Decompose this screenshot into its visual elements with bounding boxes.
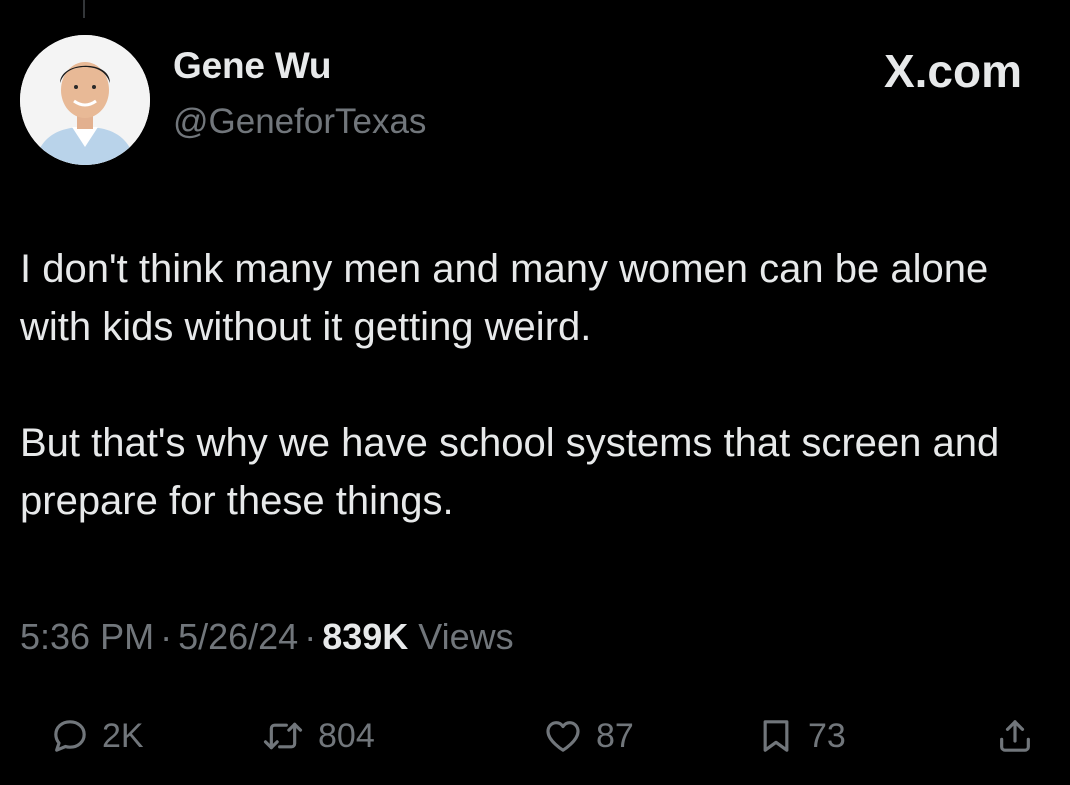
like-count: 87 bbox=[596, 716, 634, 755]
tweet-meta: 5:36 PM · 5/26/24 · 839K Views bbox=[20, 616, 514, 658]
author-handle[interactable]: @GeneforTexas bbox=[173, 102, 426, 142]
views-count: 839K bbox=[322, 616, 409, 657]
author-name[interactable]: Gene Wu bbox=[173, 45, 331, 87]
heart-icon bbox=[542, 716, 584, 756]
reply-button[interactable]: 2K bbox=[50, 708, 144, 764]
share-icon bbox=[995, 716, 1035, 756]
repost-icon bbox=[260, 716, 306, 756]
avatar-portrait bbox=[20, 35, 150, 165]
reply-count: 2K bbox=[102, 716, 144, 755]
like-button[interactable]: 87 bbox=[542, 708, 634, 764]
tweet-text: I don't think many men and many women ca… bbox=[20, 240, 1050, 530]
repost-button[interactable]: 804 bbox=[260, 708, 375, 764]
action-bar: 2K 804 87 73 bbox=[0, 708, 1070, 764]
bookmark-count: 73 bbox=[808, 716, 846, 755]
site-logo: X.com bbox=[883, 45, 1022, 97]
bookmark-button[interactable]: 73 bbox=[756, 708, 846, 764]
tweet-time[interactable]: 5:36 PM bbox=[20, 616, 154, 657]
tweet-paragraph: But that's why we have school systems th… bbox=[20, 421, 1000, 523]
bookmark-icon bbox=[756, 716, 796, 756]
thread-connector-line bbox=[83, 0, 85, 18]
meta-separator: · bbox=[304, 616, 317, 657]
meta-separator: · bbox=[160, 616, 173, 657]
tweet-date[interactable]: 5/26/24 bbox=[178, 616, 298, 657]
repost-count: 804 bbox=[318, 716, 375, 755]
reply-icon bbox=[50, 716, 90, 756]
views-label: Views bbox=[418, 616, 514, 657]
avatar[interactable] bbox=[20, 35, 150, 165]
share-button[interactable] bbox=[995, 708, 1035, 764]
tweet-paragraph: I don't think many men and many women ca… bbox=[20, 247, 989, 349]
